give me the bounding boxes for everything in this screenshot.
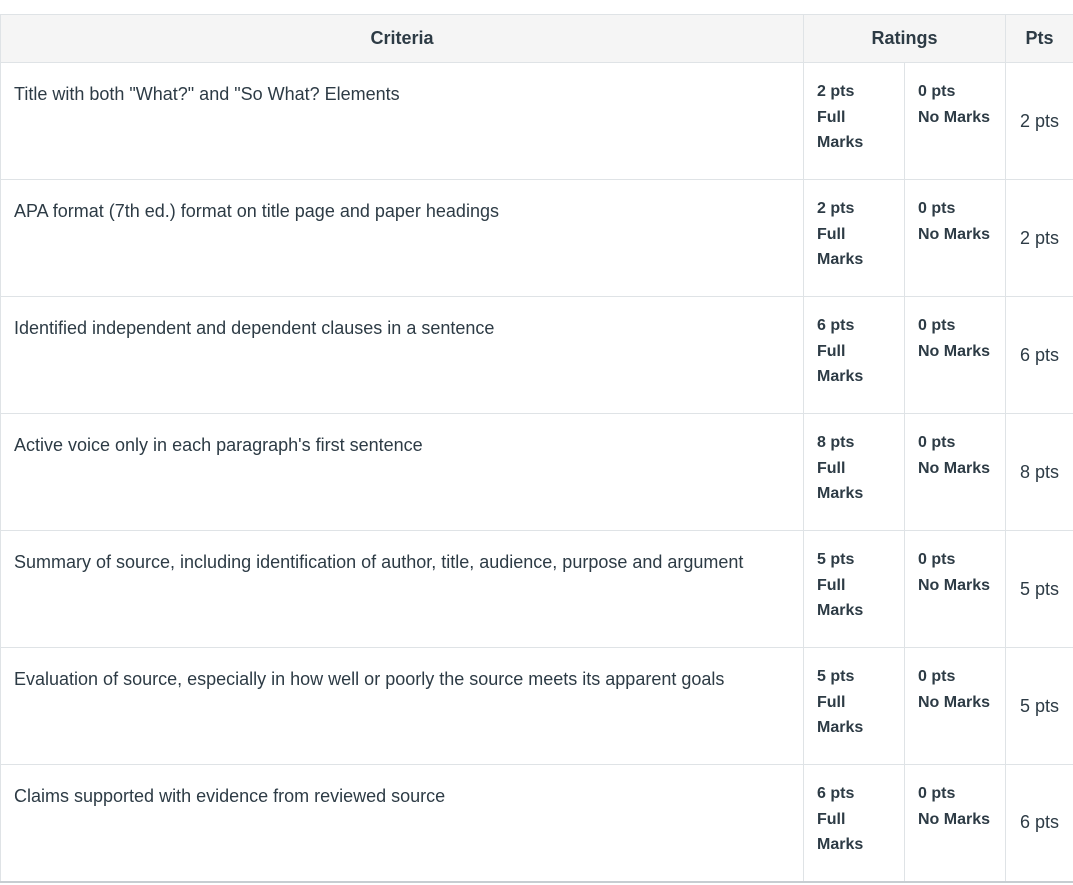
criterion-description: Evaluation of source, especially in how … bbox=[0, 647, 804, 765]
rating-description: No Marks bbox=[918, 693, 991, 711]
criterion-points: 8 pts bbox=[1005, 413, 1073, 531]
rating-cell: 0 pts No Marks bbox=[903, 179, 1007, 297]
rubric-row: Active voice only in each paragraph's fi… bbox=[0, 413, 1073, 531]
rating-points: 6 pts bbox=[817, 317, 855, 334]
rating-cell: 5 pts Full Marks bbox=[803, 530, 905, 648]
criterion-description: Identified independent and dependent cla… bbox=[0, 296, 804, 414]
rating-points: 2 pts bbox=[817, 200, 855, 217]
rubric-row: Title with both "What?" and "So What? El… bbox=[0, 62, 1073, 180]
criterion-points: 2 pts bbox=[1005, 179, 1073, 297]
criterion-points: 5 pts bbox=[1005, 530, 1073, 648]
rating-points: 0 pts bbox=[918, 200, 956, 217]
rating-points: 2 pts bbox=[817, 83, 855, 100]
rating-points: 5 pts bbox=[817, 668, 855, 685]
criterion-description: Active voice only in each paragraph's fi… bbox=[0, 413, 804, 531]
rating-points: 0 pts bbox=[918, 551, 956, 568]
criterion-description: Claims supported with evidence from revi… bbox=[0, 764, 804, 883]
rating-cell: 0 pts No Marks bbox=[903, 296, 1007, 414]
criterion-description: Title with both "What?" and "So What? El… bbox=[0, 62, 804, 180]
criterion-points: 6 pts bbox=[1005, 764, 1073, 883]
rating-description: Full Marks bbox=[817, 342, 864, 386]
rating-points: 0 pts bbox=[918, 317, 956, 334]
rating-points: 0 pts bbox=[918, 785, 956, 802]
rubric-row: Summary of source, including identificat… bbox=[0, 530, 1073, 648]
cut-off-text-strip bbox=[0, 0, 1073, 15]
rating-points: 6 pts bbox=[817, 785, 855, 802]
criterion-points: 5 pts bbox=[1005, 647, 1073, 765]
rubric-row: Identified independent and dependent cla… bbox=[0, 296, 1073, 414]
rating-cell: 5 pts Full Marks bbox=[803, 647, 905, 765]
rubric-row: APA format (7th ed.) format on title pag… bbox=[0, 179, 1073, 297]
rating-cell: 6 pts Full Marks bbox=[803, 296, 905, 414]
rating-description: No Marks bbox=[918, 108, 991, 126]
rating-points: 8 pts bbox=[817, 434, 855, 451]
rating-description: No Marks bbox=[918, 225, 991, 243]
rating-description: Full Marks bbox=[817, 693, 864, 737]
criterion-description: Summary of source, including identificat… bbox=[0, 530, 804, 648]
criteria-column-header: Criteria bbox=[0, 14, 804, 63]
rating-cell: 2 pts Full Marks bbox=[803, 179, 905, 297]
rating-description: No Marks bbox=[918, 342, 991, 360]
rating-description: Full Marks bbox=[817, 108, 864, 152]
rating-cell: 0 pts No Marks bbox=[903, 62, 1007, 180]
ratings-column-header: Ratings bbox=[802, 14, 1007, 63]
rubric-body: Title with both "What?" and "So What? El… bbox=[0, 62, 1073, 883]
rating-cell: 0 pts No Marks bbox=[903, 764, 1007, 883]
rating-cell: 6 pts Full Marks bbox=[803, 764, 905, 883]
criterion-points: 6 pts bbox=[1005, 296, 1073, 414]
rating-cell: 0 pts No Marks bbox=[903, 647, 1007, 765]
rubric-table: Criteria Ratings Pts Title with both "Wh… bbox=[0, 14, 1073, 883]
rating-points: 0 pts bbox=[918, 83, 956, 100]
rubric-row: Evaluation of source, especially in how … bbox=[0, 647, 1073, 765]
rating-cell: 0 pts No Marks bbox=[903, 530, 1007, 648]
rating-points: 5 pts bbox=[817, 551, 855, 568]
rating-description: Full Marks bbox=[817, 810, 864, 854]
rating-description: Full Marks bbox=[817, 576, 864, 620]
rating-description: No Marks bbox=[918, 576, 991, 594]
rubric-row: Claims supported with evidence from revi… bbox=[0, 764, 1073, 883]
rating-cell: 8 pts Full Marks bbox=[803, 413, 905, 531]
pts-column-header: Pts bbox=[1005, 14, 1073, 63]
rating-description: No Marks bbox=[918, 810, 991, 828]
rating-cell: 2 pts Full Marks bbox=[803, 62, 905, 180]
rubric-header: Criteria Ratings Pts bbox=[0, 14, 1073, 63]
rating-description: No Marks bbox=[918, 459, 991, 477]
rating-cell: 0 pts No Marks bbox=[903, 413, 1007, 531]
criterion-points: 2 pts bbox=[1005, 62, 1073, 180]
rating-points: 0 pts bbox=[918, 668, 956, 685]
rating-points: 0 pts bbox=[918, 434, 956, 451]
rating-description: Full Marks bbox=[817, 225, 864, 269]
rating-description: Full Marks bbox=[817, 459, 864, 503]
criterion-description: APA format (7th ed.) format on title pag… bbox=[0, 179, 804, 297]
